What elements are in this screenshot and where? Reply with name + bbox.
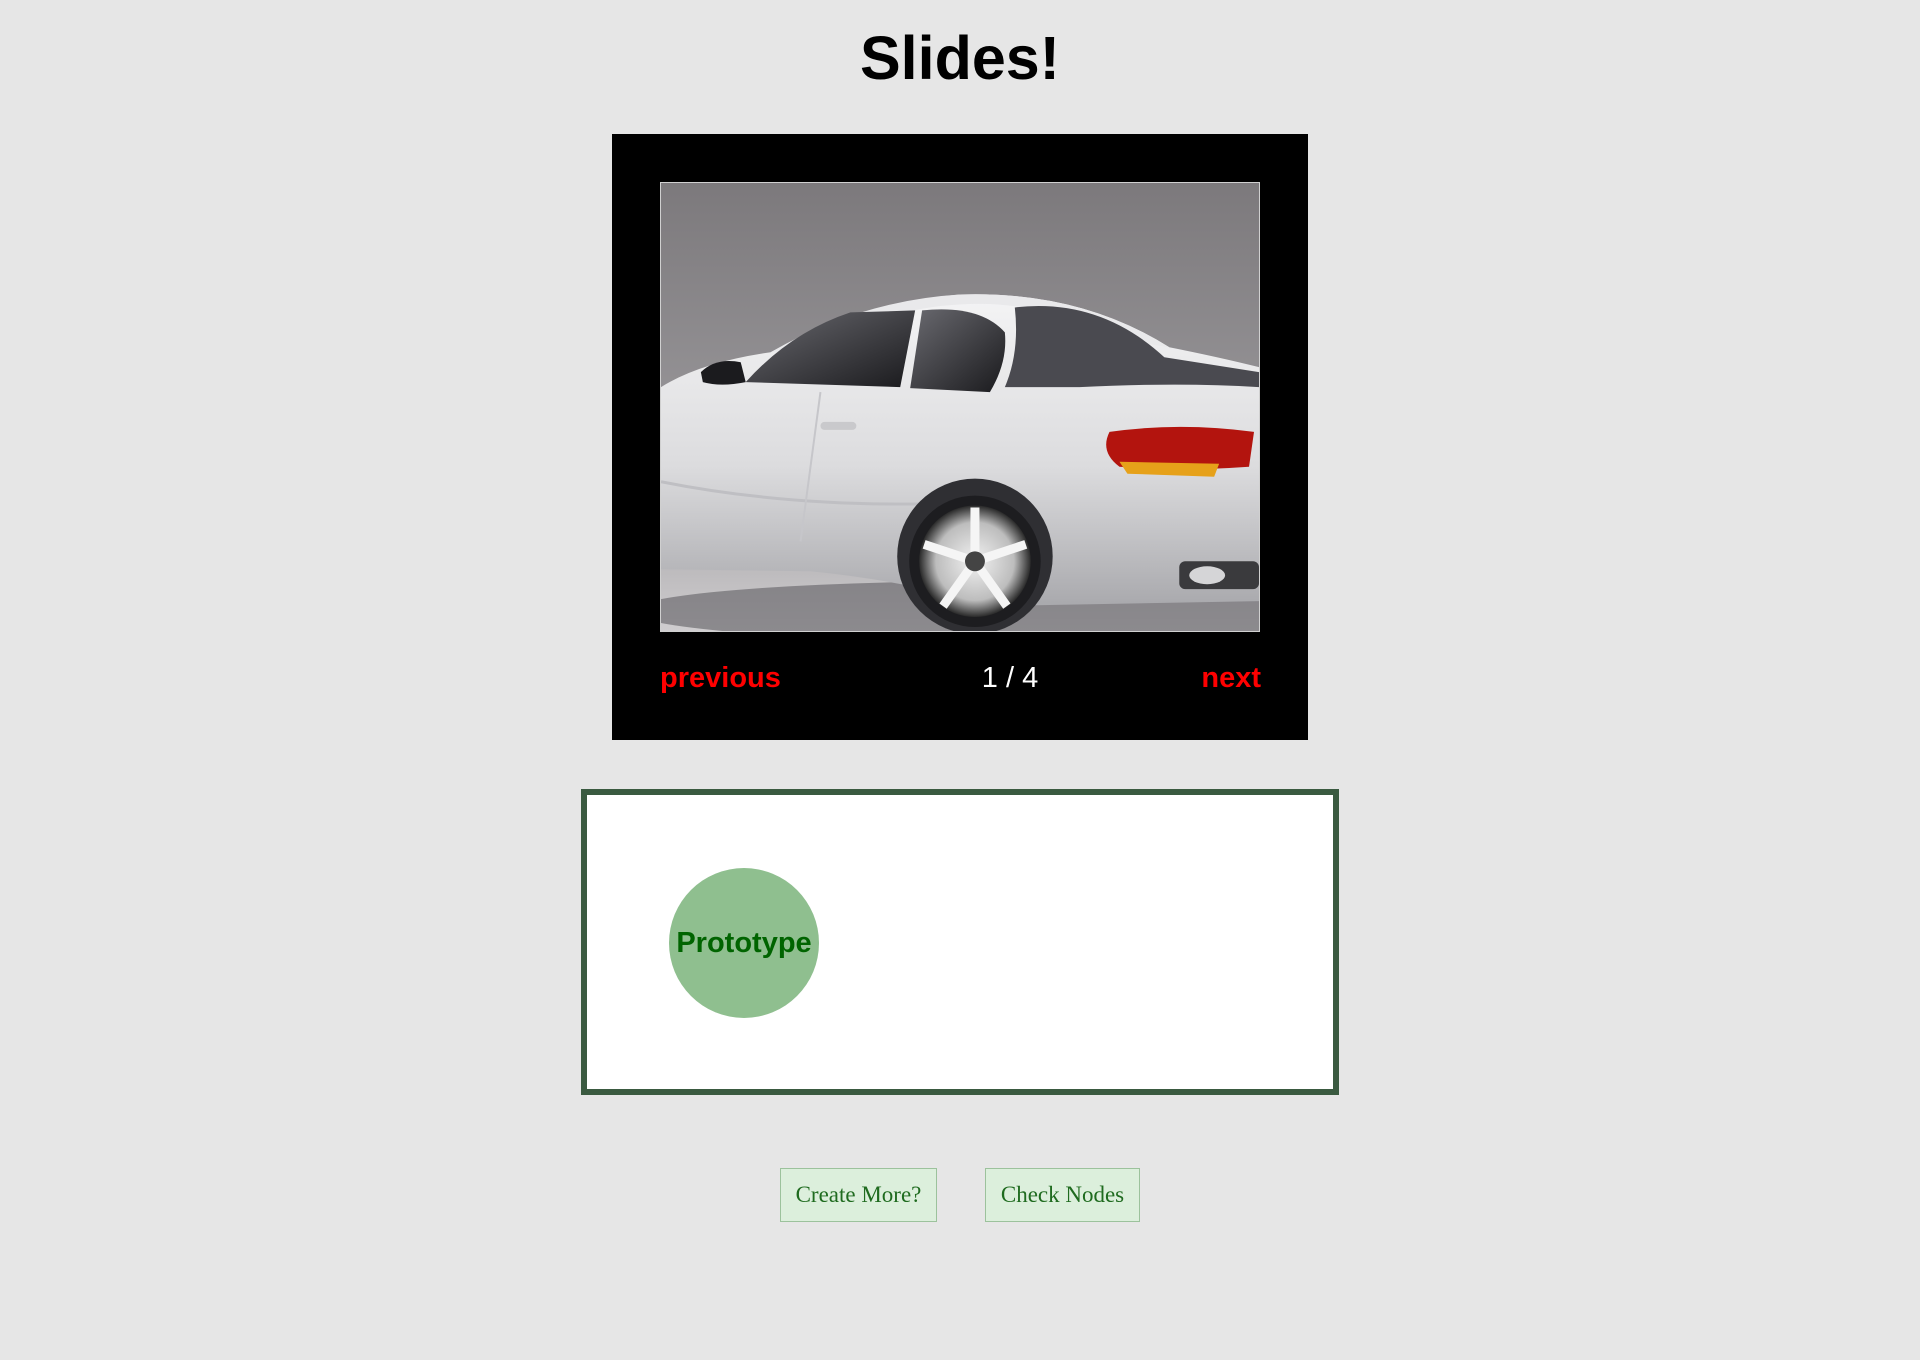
node-canvas[interactable]: Prototype	[581, 789, 1339, 1095]
next-link[interactable]: next	[1201, 660, 1261, 696]
check-nodes-button[interactable]: Check Nodes	[985, 1168, 1140, 1222]
car-image	[661, 183, 1259, 631]
page-title: Slides!	[859, 24, 1060, 92]
node-label: Prototype	[676, 926, 812, 959]
slide-image	[660, 182, 1260, 632]
slideshow: previous 1 / 4 next	[612, 134, 1308, 740]
slide-counter: 1 / 4	[981, 662, 1039, 694]
prototype-node[interactable]: Prototype	[669, 868, 819, 1018]
previous-link[interactable]: previous	[660, 660, 781, 696]
create-more-button[interactable]: Create More?	[780, 1168, 937, 1222]
